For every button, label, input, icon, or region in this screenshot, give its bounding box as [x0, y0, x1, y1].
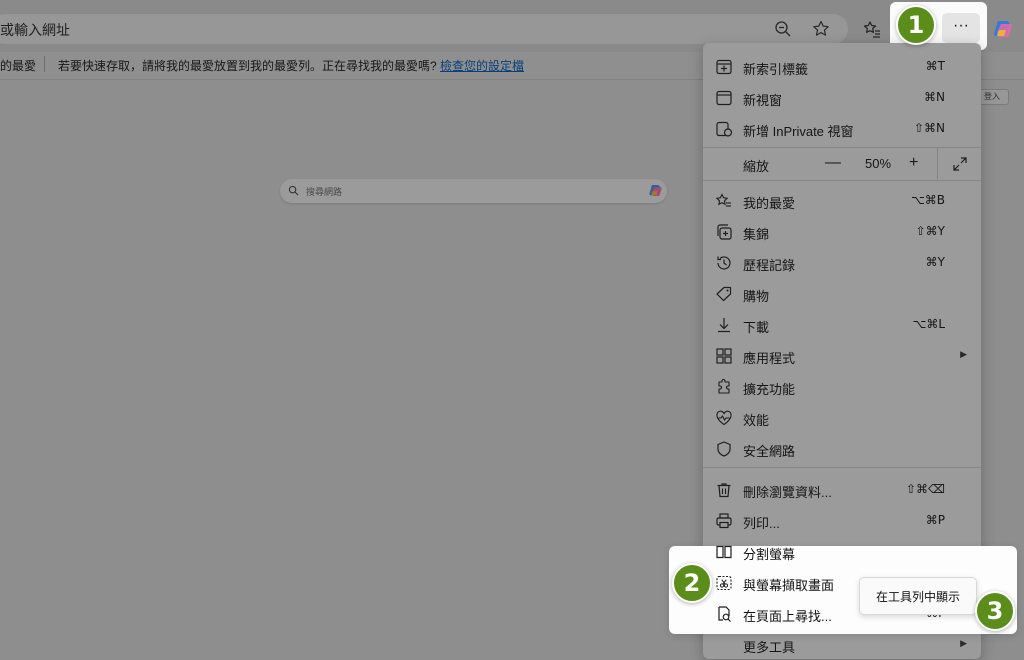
- menu-item-label: 列印...: [743, 516, 780, 531]
- menu-item-label: 更多工具: [743, 640, 796, 655]
- shopping-icon: [716, 286, 732, 302]
- menu-item-label: 歷程記錄: [743, 258, 796, 273]
- favorites-prompt-text: 若要快速存取，請將我的最愛放置到我的最愛列。正在尋找我的最愛嗎?: [58, 59, 437, 73]
- menu-item-shortcut: ⌥⌘L: [912, 317, 945, 331]
- menu-item-label: 新增 InPrivate 視窗: [743, 124, 854, 139]
- secure-network-icon: [717, 441, 731, 457]
- menu-separator: [703, 467, 981, 468]
- delete-icon: [717, 483, 731, 498]
- zoom-divider: [937, 148, 938, 179]
- menu-item-shortcut: ⇧⌘N: [913, 121, 945, 135]
- copilot-icon[interactable]: [992, 18, 1014, 40]
- zoom-label: 縮放: [743, 159, 770, 174]
- collections-icon: [717, 224, 732, 240]
- menu-item-label: 集錦: [743, 227, 770, 242]
- menu-item-label: 新視窗: [743, 93, 783, 108]
- menu-item-shopping[interactable]: 購物: [703, 278, 981, 309]
- menu-item-label: 購物: [743, 289, 770, 304]
- step-badge-3: 3: [975, 591, 1015, 631]
- check-profile-link[interactable]: 檢查您的設定檔: [440, 59, 524, 73]
- menu-item-downloads[interactable]: 下載 ⌥⌘L: [703, 309, 981, 340]
- menu-item-new-window[interactable]: 新視窗 ⌘N: [703, 82, 981, 113]
- menu-item-label: 下載: [743, 320, 770, 335]
- menu-item-label: 在頁面上尋找...: [743, 609, 832, 624]
- menu-item-label: 刪除瀏覽資料...: [743, 485, 832, 500]
- performance-icon: [716, 410, 732, 426]
- submenu-arrow-icon: ▶: [960, 349, 967, 359]
- screenshot-icon: [716, 575, 732, 591]
- favorites-item[interactable]: 的最愛: [0, 57, 36, 74]
- menu-item-more-tools[interactable]: 更多工具 ▶: [703, 629, 981, 660]
- menu-item-inprivate[interactable]: 新增 InPrivate 視窗 ⇧⌘N: [703, 113, 981, 144]
- menu-item-label: 擴充功能: [743, 382, 796, 397]
- step-badge-2: 2: [672, 563, 712, 603]
- menu-separator: [703, 180, 981, 181]
- menu-item-history[interactable]: 歷程記錄 ⌘Y: [703, 247, 981, 278]
- menu-item-apps[interactable]: 應用程式 ▶: [703, 340, 981, 371]
- menu-item-new-tab[interactable]: 新索引標籤 ⌘T: [703, 51, 981, 82]
- inprivate-icon: [716, 121, 733, 137]
- address-bar[interactable]: [0, 14, 848, 44]
- menu-item-label: 新索引標籤: [743, 62, 809, 77]
- menu-item-zoom: 縮放 — 50% +: [703, 148, 981, 179]
- menu-item-shortcut: ⌘P: [925, 513, 945, 527]
- print-icon: [716, 513, 732, 529]
- menu-item-clear-browsing-data[interactable]: 刪除瀏覽資料... ⇧⌘⌫: [703, 474, 981, 505]
- menu-item-shortcut: ⌘N: [924, 90, 945, 104]
- zoom-in-button[interactable]: +: [909, 154, 918, 172]
- fullscreen-icon[interactable]: [951, 155, 969, 173]
- find-icon: [718, 606, 731, 622]
- history-icon: [717, 256, 731, 270]
- show-in-toolbar-popup[interactable]: 在工具列中顯示: [859, 577, 977, 615]
- submenu-arrow-icon: ▶: [960, 638, 967, 648]
- menu-item-label: 與螢幕擷取畫面: [743, 578, 835, 593]
- favorites-bar-icon[interactable]: [862, 19, 882, 39]
- apps-icon: [716, 348, 732, 364]
- menu-item-label: 分割螢幕: [743, 547, 796, 562]
- menu-item-secure-network[interactable]: 安全網路: [703, 433, 981, 464]
- menu-item-collections[interactable]: 集錦 ⇧⌘Y: [703, 216, 981, 247]
- menu-item-shortcut: ⌘T: [925, 59, 945, 73]
- step-badge-1: 1: [896, 5, 936, 45]
- settings-and-more-button[interactable]: ···: [942, 13, 980, 43]
- favorites-icon: [715, 193, 731, 207]
- menu-item-extensions[interactable]: 擴充功能: [703, 371, 981, 402]
- menu-item-label: 效能: [743, 413, 770, 428]
- extensions-icon: [718, 379, 730, 394]
- search-icon: [288, 185, 299, 196]
- menu-item-shortcut: ⌥⌘B: [910, 193, 945, 207]
- zoom-out-button[interactable]: —: [825, 154, 841, 172]
- menu-item-label: 我的最愛: [743, 196, 796, 211]
- new-window-icon: [716, 90, 732, 106]
- zoom-icon[interactable]: [773, 19, 793, 39]
- star-icon[interactable]: [811, 19, 831, 39]
- search-placeholder: 搜尋網路: [306, 187, 343, 197]
- favorites-prompt: 若要快速存取，請將我的最愛放置到我的最愛列。正在尋找我的最愛嗎? 檢查您的設定檔: [58, 57, 524, 74]
- menu-item-label: 安全網路: [743, 444, 796, 459]
- split-screen-icon: [716, 545, 732, 559]
- download-icon: [718, 318, 730, 333]
- menu-item-split-screen[interactable]: 分割螢幕: [703, 536, 981, 567]
- menu-item-favorites[interactable]: 我的最愛 ⌥⌘B: [703, 185, 981, 216]
- menu-item-shortcut: ⌘Y: [925, 255, 945, 269]
- menu-item-shortcut: ⇧⌘⌫: [905, 482, 945, 496]
- new-tab-icon: [716, 59, 732, 75]
- menu-item-performance[interactable]: 效能: [703, 402, 981, 433]
- divider: [44, 56, 45, 72]
- zoom-value: 50%: [865, 156, 892, 171]
- address-placeholder: 或輸入網址: [0, 22, 70, 38]
- menu-item-shortcut: ⇧⌘Y: [915, 224, 945, 238]
- copilot-search-icon[interactable]: [648, 183, 663, 198]
- menu-item-label: 應用程式: [743, 351, 796, 366]
- menu-item-print[interactable]: 列印... ⌘P: [703, 505, 981, 536]
